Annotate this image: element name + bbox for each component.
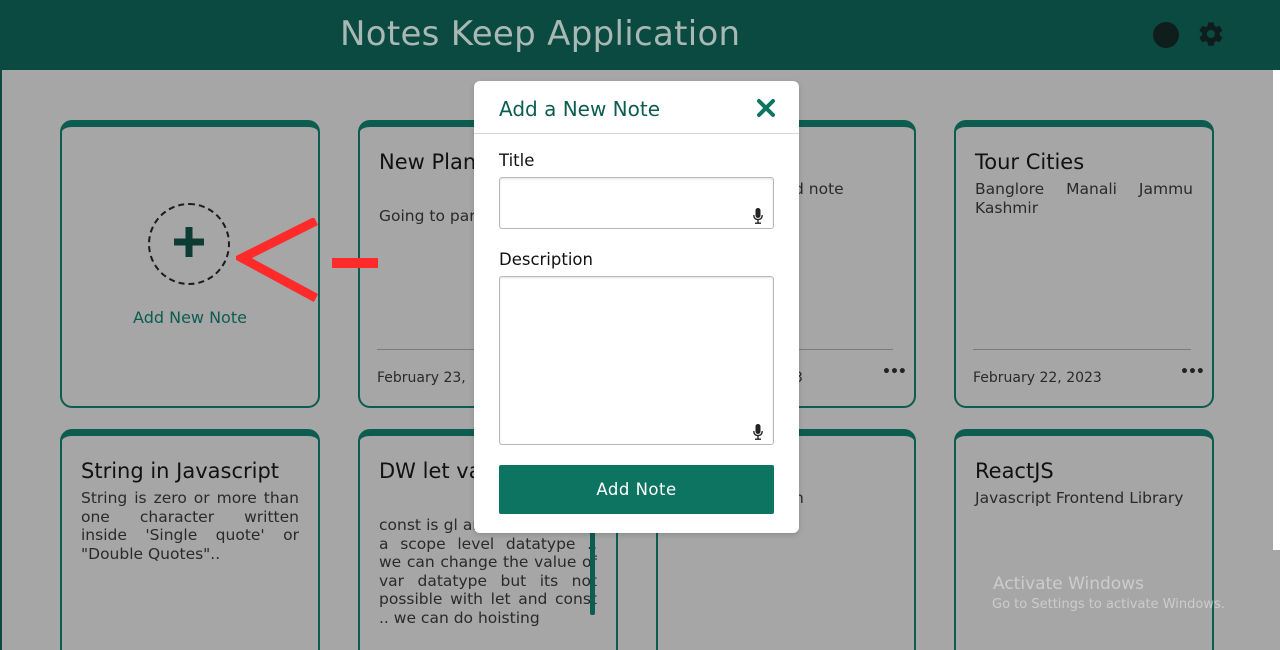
theme-toggle-button[interactable] bbox=[1153, 22, 1179, 48]
divider bbox=[973, 349, 1191, 350]
add-note-button[interactable]: Add Note bbox=[499, 465, 774, 514]
app-title: Notes Keep Application bbox=[340, 14, 741, 54]
add-note-label: Add New Note bbox=[133, 308, 247, 327]
note-title: ReactJS bbox=[975, 459, 1054, 483]
note-description: Javascript Frontend Library bbox=[975, 489, 1184, 507]
activate-windows-subtitle: Go to Settings to activate Windows. bbox=[992, 597, 1225, 612]
note-description: const is gl and let & var has a scope le… bbox=[379, 516, 597, 627]
note-title: Tour Cities bbox=[975, 150, 1085, 174]
note-card[interactable]: ReactJS Javascript Frontend Library bbox=[954, 429, 1214, 650]
more-options-icon[interactable]: ••• bbox=[882, 364, 907, 380]
gear-icon[interactable] bbox=[1197, 20, 1225, 48]
description-label: Description bbox=[499, 250, 593, 269]
close-icon[interactable] bbox=[756, 98, 776, 118]
title-label: Title bbox=[499, 151, 535, 170]
right-edge bbox=[1273, 70, 1280, 550]
activate-windows-title: Activate Windows bbox=[993, 574, 1144, 594]
add-note-modal: Add a New Note Title Description Add Not… bbox=[474, 81, 799, 533]
modal-divider bbox=[474, 133, 799, 134]
annotation-dash bbox=[332, 258, 378, 268]
description-textarea[interactable] bbox=[499, 276, 774, 445]
microphone-icon[interactable] bbox=[753, 424, 763, 440]
description-scrollbar[interactable] bbox=[590, 530, 595, 615]
plus-icon bbox=[174, 227, 204, 257]
note-description: Banglore Manali Jammu Kashmir bbox=[975, 180, 1193, 217]
modal-title: Add a New Note bbox=[499, 97, 661, 121]
note-date: February 23, bbox=[377, 370, 466, 386]
microphone-icon[interactable] bbox=[753, 208, 763, 224]
title-input[interactable] bbox=[499, 177, 774, 229]
note-title: String in Javascript bbox=[81, 459, 280, 483]
note-description: d note bbox=[794, 180, 844, 198]
left-edge bbox=[0, 70, 2, 650]
annotation-arrow-icon bbox=[236, 218, 318, 302]
more-options-icon[interactable]: ••• bbox=[1180, 364, 1205, 380]
app-header: Notes Keep Application bbox=[0, 0, 1280, 70]
note-card[interactable]: Tour Cities Banglore Manali Jammu Kashmi… bbox=[954, 120, 1214, 408]
note-date: February 22, 2023 bbox=[973, 370, 1102, 386]
note-card[interactable]: String in Javascript String is zero or m… bbox=[60, 429, 320, 650]
note-description: String is zero or more than one characte… bbox=[81, 489, 299, 563]
note-description: n bbox=[794, 489, 894, 508]
